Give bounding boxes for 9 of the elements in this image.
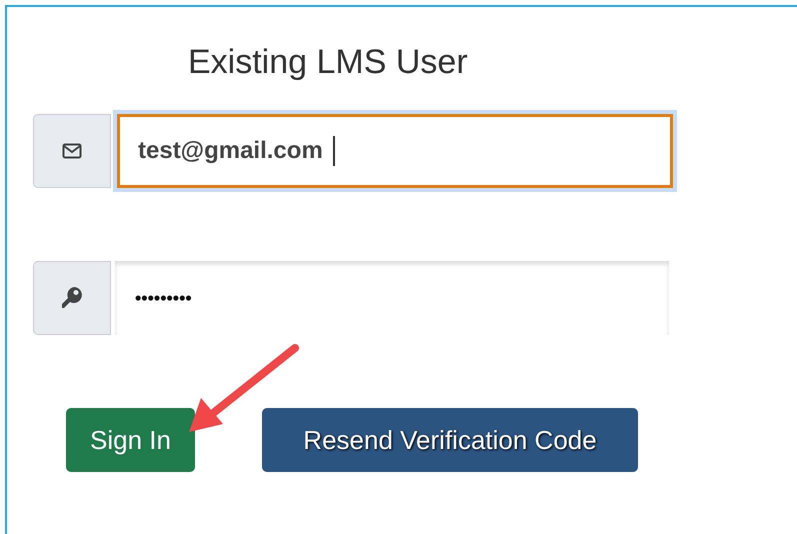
text-caret [332,136,335,166]
resend-code-button[interactable]: Resend Verification Code [262,408,638,472]
key-icon [61,286,83,310]
form-title: Existing LMS User [188,43,468,82]
field-value: test@gmail.com [138,137,323,165]
field-value: ••••••••• [135,288,192,308]
envelope-icon [62,143,82,159]
sign-in-button[interactable]: Sign In [66,408,195,472]
password-field[interactable]: ••••••••• [115,261,669,335]
